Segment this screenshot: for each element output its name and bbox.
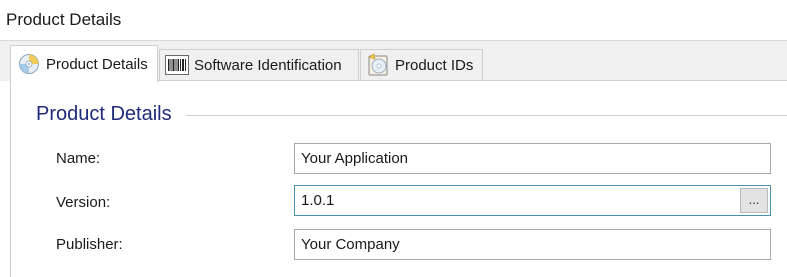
version-field[interactable] — [294, 185, 771, 216]
publisher-label: Publisher: — [56, 236, 123, 253]
cd-disc-icon — [17, 52, 41, 76]
name-field[interactable] — [294, 143, 771, 174]
tab-software-identification[interactable]: Software Identification — [159, 49, 359, 80]
section-divider — [186, 115, 787, 116]
barcode-icon — [165, 53, 189, 77]
tab-label: Software Identification — [194, 56, 342, 74]
publisher-field[interactable] — [294, 229, 771, 260]
name-label: Name: — [56, 150, 101, 167]
tab-product-details[interactable]: Product Details — [10, 45, 158, 82]
tab-label: Product Details — [46, 55, 148, 73]
window-title: Product Details — [6, 10, 122, 29]
section-title: Product Details — [36, 103, 172, 125]
version-browse-button[interactable]: ... — [740, 188, 768, 213]
disc-case-icon — [366, 53, 390, 77]
tab-label: Product IDs — [395, 56, 474, 74]
version-label: Version: — [56, 194, 111, 211]
tab-product-ids[interactable]: Product IDs — [360, 49, 483, 80]
